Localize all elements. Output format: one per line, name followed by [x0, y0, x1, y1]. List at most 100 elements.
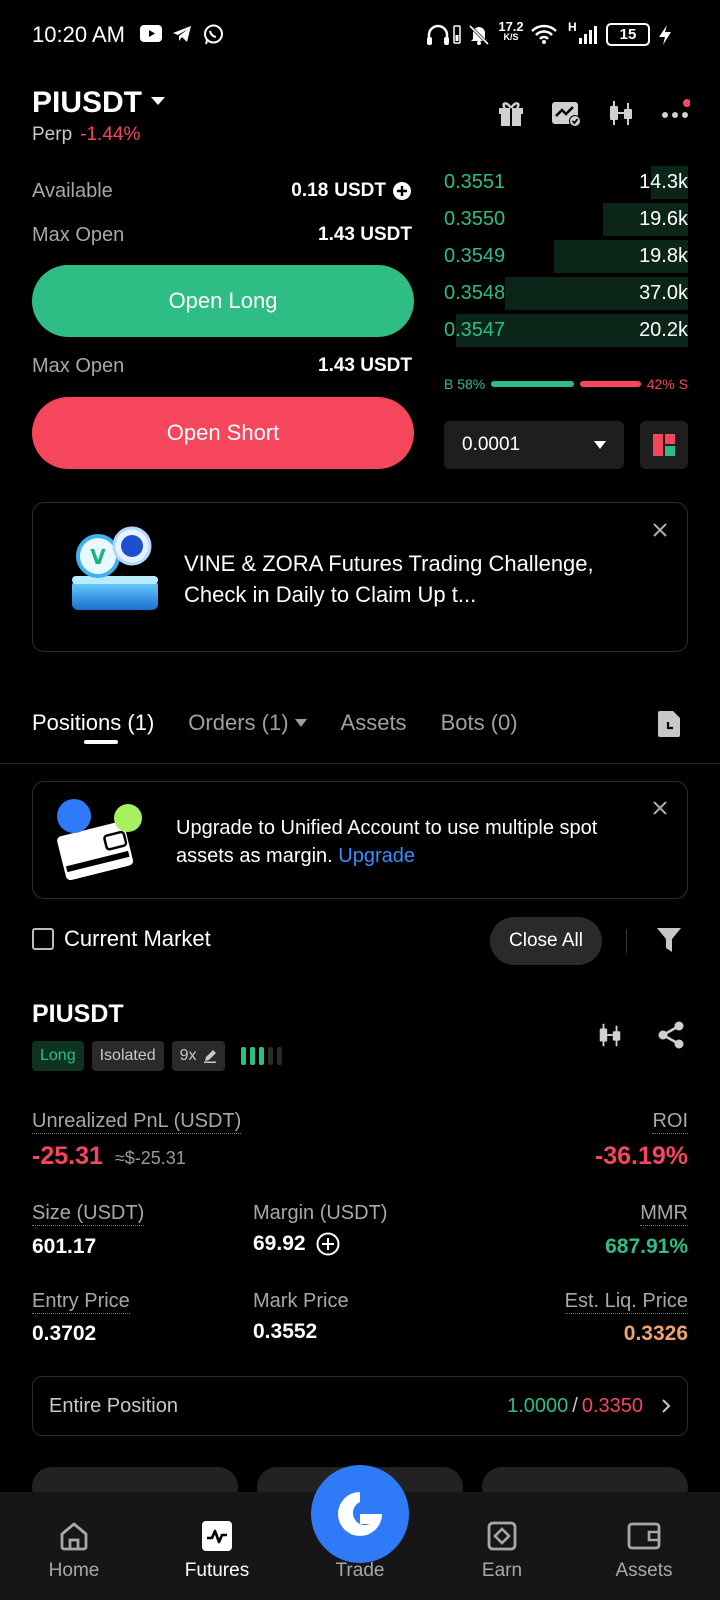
contract-type: Perp [32, 124, 73, 145]
add-funds-icon[interactable] [392, 181, 412, 201]
tab-orders[interactable]: Orders (1) [188, 710, 307, 736]
nav-assets[interactable]: Assets [584, 1520, 704, 1582]
candlestick-icon[interactable] [596, 1020, 624, 1050]
leverage-badge[interactable]: 9x [171, 1041, 225, 1071]
size-value: 601.17 [32, 1235, 97, 1258]
margin-mode-badge[interactable]: Isolated [91, 1041, 164, 1071]
max-open-long-value: 1.43 USDT [318, 224, 412, 245]
promo-text: VINE & ZORA Futures Trading Challenge, C… [184, 551, 594, 607]
pair-title[interactable]: PIUSDT [32, 86, 142, 120]
order-book-row[interactable]: 0.3550 19.6k [444, 201, 688, 238]
futures-icon [157, 1520, 277, 1552]
liq-price-label[interactable]: Est. Liq. Price [564, 1290, 688, 1314]
entry-price-value: 0.3702 [32, 1322, 97, 1345]
trade-fab-button[interactable] [311, 1465, 409, 1563]
mark-price-value: 0.3552 [253, 1320, 318, 1343]
take-profit-value: 1.0000 [507, 1394, 569, 1417]
tpsl-values: 1.0000 / 0.3350 [507, 1395, 671, 1418]
position-tabs: Positions (1) Orders (1) Assets Bots (0) [32, 710, 688, 736]
more-icon[interactable] [660, 98, 690, 128]
contract-info: Perp -1.44% [32, 124, 140, 146]
open-short-button[interactable]: Open Short [32, 397, 414, 469]
chevron-down-icon[interactable] [150, 96, 166, 106]
upgrade-link[interactable]: Upgrade [338, 845, 415, 867]
home-icon [14, 1520, 134, 1552]
mmr-label[interactable]: MMR [640, 1202, 688, 1226]
available-label: Available [32, 180, 113, 202]
youtube-icon [140, 25, 162, 42]
telegram-icon [172, 25, 192, 43]
mmr-value: 687.91% [605, 1235, 688, 1258]
buy-sell-ratio: B 58% 42% S [444, 376, 688, 392]
filter-icon[interactable] [656, 926, 682, 954]
wallet-icon [584, 1520, 704, 1552]
history-document-icon[interactable] [656, 710, 682, 738]
trophy-coins-icon: V [66, 524, 166, 624]
max-open-label: Max Open [32, 224, 125, 246]
buy-ratio-bar [491, 381, 575, 387]
status-bar: 10:20 AM 17.2 K/S H 15 [0, 0, 720, 72]
order-book-row[interactable]: 0.3548 37.0k [444, 275, 688, 312]
tab-positions[interactable]: Positions (1) [32, 710, 154, 736]
close-all-button[interactable]: Close All [490, 917, 602, 965]
chart-check-icon[interactable] [550, 98, 582, 128]
close-icon[interactable] [652, 800, 668, 816]
buy-ratio-label: B 58% [444, 376, 486, 392]
nav-trade[interactable]: Trade [300, 1560, 420, 1582]
order-book-row[interactable]: 0.3547 20.2k [444, 312, 688, 349]
active-tab-indicator [84, 740, 118, 744]
entry-price-label[interactable]: Entry Price [32, 1290, 130, 1314]
unrealized-pnl: -25.31 ≈$-25.31 [32, 1142, 186, 1171]
whatsapp-icon [203, 24, 224, 45]
margin-label: Margin (USDT) [253, 1202, 388, 1224]
wifi-icon [531, 24, 557, 44]
adl-indicator [240, 1047, 282, 1065]
candlestick-icon[interactable] [606, 98, 636, 128]
unrealized-pnl-label[interactable]: Unrealized PnL (USDT) [32, 1110, 242, 1134]
gift-icon[interactable] [496, 98, 526, 128]
nav-earn[interactable]: Earn [442, 1520, 562, 1582]
roi-value: -36.19% [594, 1142, 688, 1170]
precision-select[interactable]: 0.0001 [444, 421, 624, 469]
battery-indicator: 15 [606, 23, 650, 46]
network-type: H [568, 20, 577, 34]
wallet-icon [52, 796, 144, 886]
position-tags: Long Isolated 9x [32, 1041, 282, 1071]
mark-price-label: Mark Price [253, 1290, 349, 1312]
header-actions [496, 98, 690, 128]
signal-icon [578, 25, 600, 44]
sell-ratio-label: 42% S [646, 376, 688, 392]
close-icon[interactable] [652, 522, 668, 538]
order-book-row[interactable]: 0.3551 14.3k [444, 164, 688, 201]
unrealized-pnl-usd: ≈$-25.31 [114, 1148, 186, 1168]
order-book: 0.3551 14.3k 0.3550 19.6k 0.3549 19.8k 0.35… [444, 164, 688, 349]
net-speed: 17.2 K/S [498, 19, 524, 42]
max-open-short-value: 1.43 USDT [318, 355, 412, 376]
size-label[interactable]: Size (USDT) [32, 1202, 145, 1226]
tab-bots[interactable]: Bots (0) [441, 710, 518, 736]
max-open-label: Max Open [32, 355, 125, 377]
unified-account-text: Upgrade to Unified Account to use multip… [176, 817, 598, 867]
nav-futures[interactable]: Futures [157, 1520, 277, 1582]
entire-position-tpsl[interactable]: Entire Position 1.0000 / 0.3350 [32, 1376, 688, 1436]
order-book-layout-button[interactable] [640, 421, 688, 469]
trade-logo-icon [332, 1486, 388, 1542]
unrealized-pnl-value: -25.31 [32, 1142, 103, 1170]
margin-value: 69.92 [253, 1232, 306, 1255]
add-margin-icon[interactable] [316, 1232, 340, 1256]
roi-label[interactable]: ROI [652, 1110, 688, 1134]
entire-position-label: Entire Position [49, 1394, 178, 1417]
side-badge: Long [32, 1041, 84, 1071]
current-market-filter[interactable]: Current Market [32, 926, 211, 952]
nav-home[interactable]: Home [14, 1520, 134, 1582]
share-icon[interactable] [656, 1020, 686, 1050]
open-long-button[interactable]: Open Long [32, 265, 414, 337]
current-market-checkbox[interactable] [32, 928, 54, 950]
position-symbol[interactable]: PIUSDT [32, 1000, 124, 1029]
divider [626, 929, 627, 953]
available-value: 0.18 USDT [291, 180, 412, 202]
order-book-row[interactable]: 0.3549 19.8k [444, 238, 688, 275]
chevron-right-icon [661, 1398, 671, 1414]
battery-small-icon [453, 24, 461, 44]
tab-assets[interactable]: Assets [341, 710, 407, 736]
